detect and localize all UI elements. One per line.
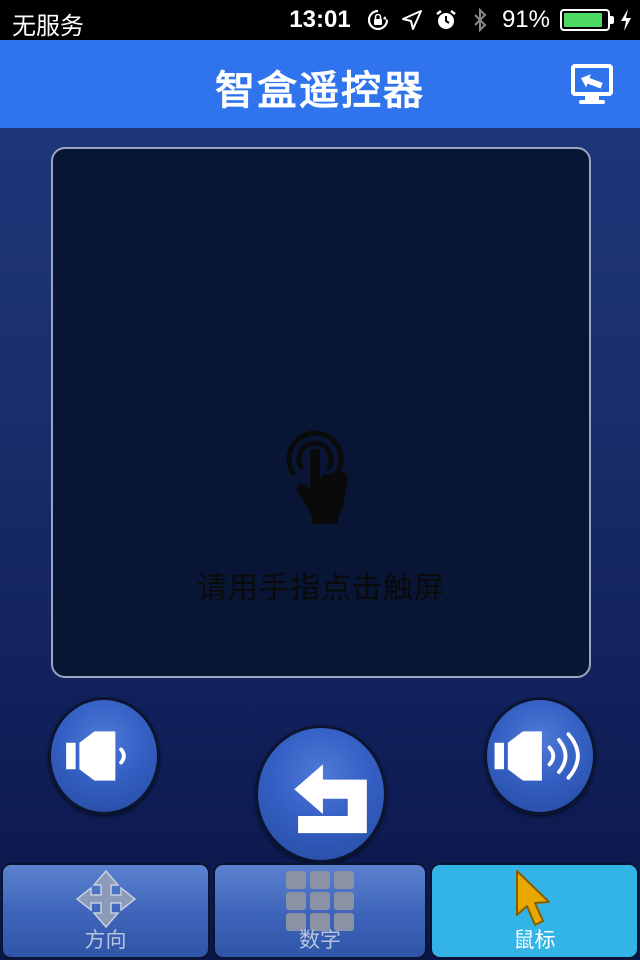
touchpad-hint: 请用手指点击触屏 xyxy=(197,571,445,606)
tab-label: 方向 xyxy=(84,928,127,952)
battery-percent: 91% xyxy=(501,6,550,33)
tab-label: 鼠标 xyxy=(513,928,556,952)
charging-bolt-icon xyxy=(621,9,631,31)
rotation-lock-icon xyxy=(367,9,389,31)
back-arrow-icon xyxy=(294,764,367,834)
tab-bar: 方向 数字 鼠标 xyxy=(0,862,640,960)
direction-pad-icon xyxy=(75,869,136,929)
status-right: 91% xyxy=(366,6,632,34)
volume-up-icon xyxy=(494,731,580,781)
tab-mouse[interactable]: 鼠标 xyxy=(430,863,639,959)
battery-icon xyxy=(560,9,614,31)
tab-label: 数字 xyxy=(299,928,341,952)
volume-down-icon xyxy=(66,731,126,781)
tab-number[interactable]: 数字 xyxy=(213,863,427,959)
tab-direction[interactable]: 方向 xyxy=(1,863,210,959)
location-arrow-icon xyxy=(401,10,422,30)
touchpad-area[interactable]: 请用手指点击触屏 xyxy=(51,147,591,678)
back-button[interactable] xyxy=(255,725,387,863)
volume-down-button[interactable] xyxy=(48,697,160,815)
alarm-icon xyxy=(436,10,456,29)
status-bar: 无服务 13:01 91% xyxy=(0,0,640,40)
volume-up-button[interactable] xyxy=(484,697,596,815)
nav-bar: 智盒遥控器 xyxy=(0,40,640,128)
bluetooth-icon xyxy=(474,8,487,32)
page-title: 智盒遥控器 xyxy=(215,68,425,114)
touch-finger-icon xyxy=(286,430,348,524)
screen-cast-icon[interactable] xyxy=(567,62,617,106)
